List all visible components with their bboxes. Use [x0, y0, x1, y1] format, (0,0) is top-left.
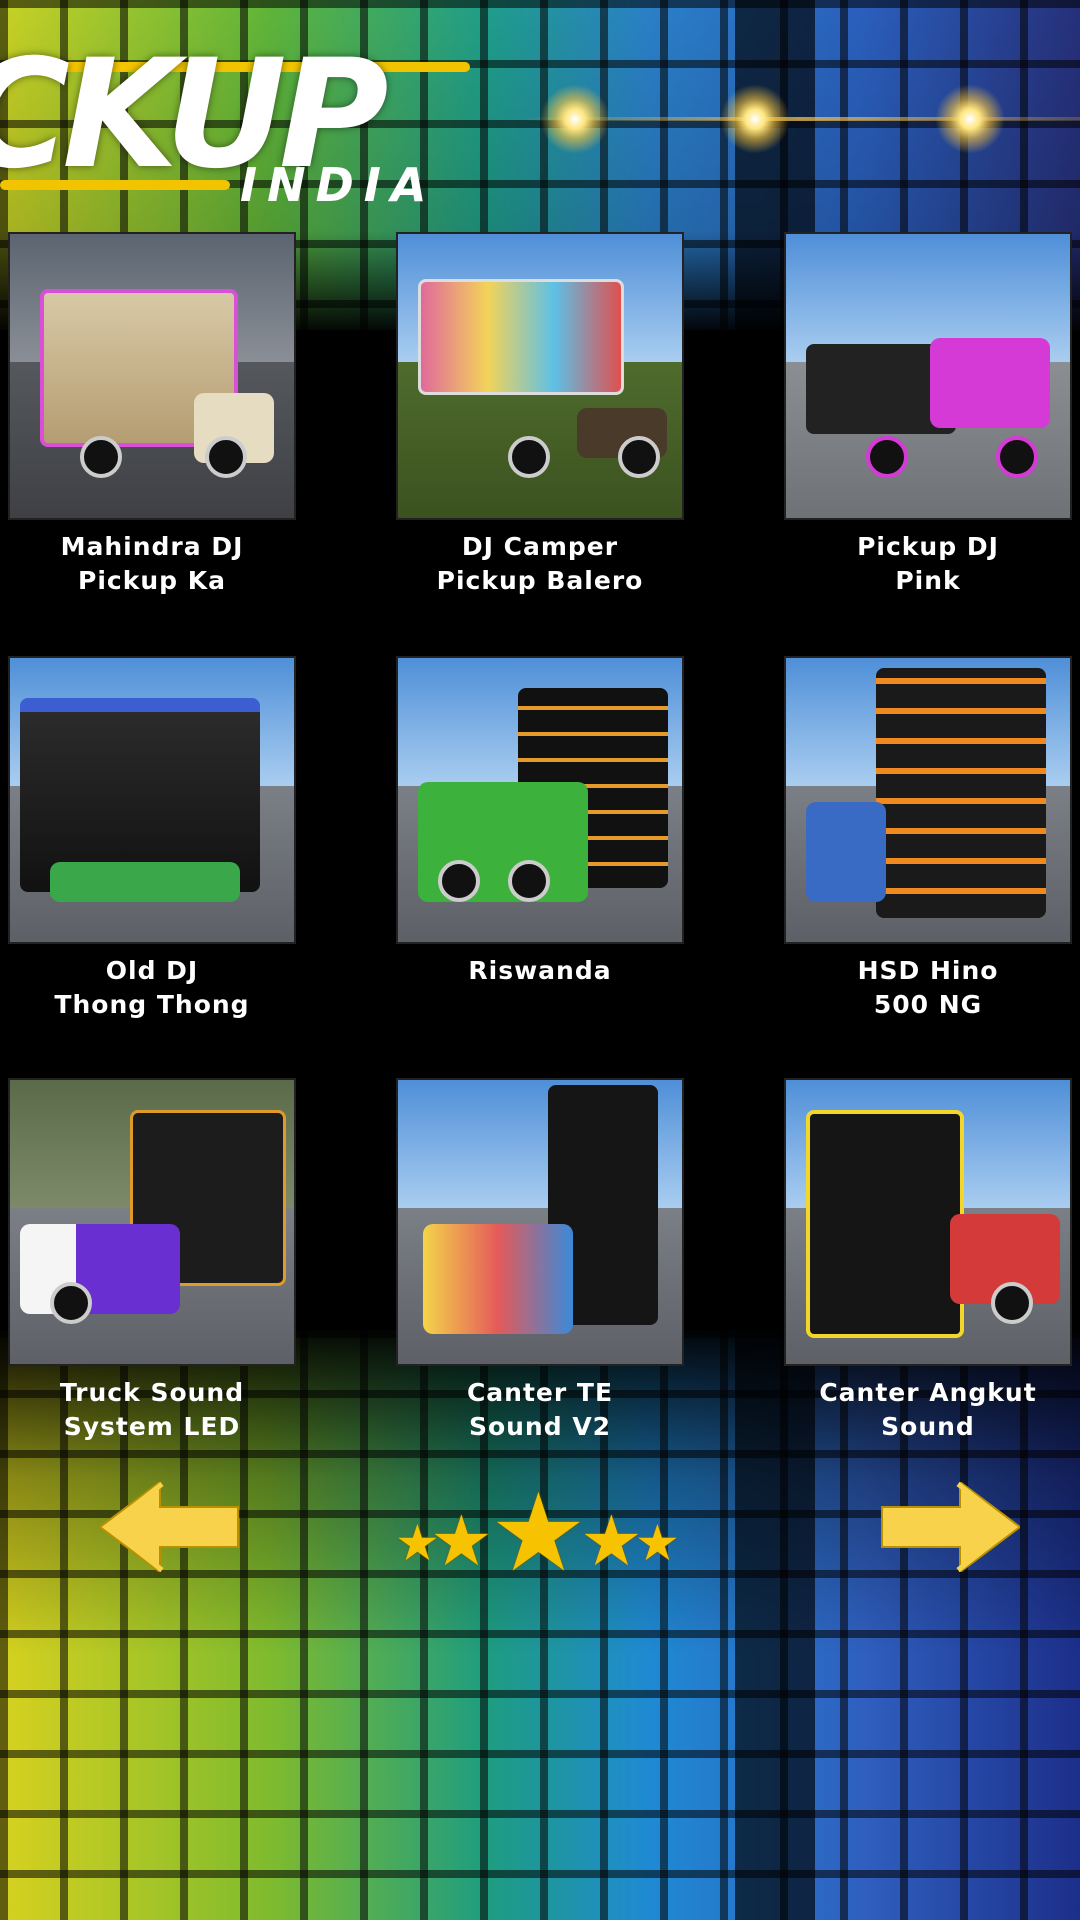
card-label: Canter Angkut Sound: [819, 1378, 1037, 1441]
previous-page-button[interactable]: [98, 1480, 250, 1574]
next-page-button[interactable]: [870, 1480, 1022, 1574]
star-icon: ★: [580, 1500, 643, 1582]
truck-card-canter-te[interactable]: Canter TE Sound V2: [396, 1078, 684, 1444]
truck-thumbnail: [396, 1078, 684, 1366]
card-label: Old DJ Thong Thong: [54, 956, 250, 1019]
truck-card-riswanda[interactable]: Riswanda: [396, 656, 684, 988]
star-icon: ★: [430, 1500, 493, 1582]
truck-card-old-dj[interactable]: Old DJ Thong Thong: [8, 656, 296, 1022]
rate-app-stars[interactable]: ★ ★ ★ ★ ★: [395, 1480, 685, 1590]
truck-thumbnail: [396, 656, 684, 944]
card-label: DJ Camper Pickup Balero: [436, 532, 644, 595]
truck-card-dj-camper[interactable]: DJ Camper Pickup Balero: [396, 232, 684, 598]
app-logo: CKUP INDIA: [0, 40, 480, 212]
truck-card-hsd-hino[interactable]: HSD Hino 500 NG: [784, 656, 1072, 1022]
card-label: Pickup DJ Pink: [857, 532, 999, 595]
truck-card-mahindra-dj[interactable]: Mahindra DJ Pickup Ka: [8, 232, 296, 598]
left-arrow-icon: [98, 1480, 239, 1574]
card-label: HSD Hino 500 NG: [857, 956, 999, 1019]
card-label: Riswanda: [468, 956, 612, 985]
truck-card-canter-angkut[interactable]: Canter Angkut Sound: [784, 1078, 1072, 1444]
card-label: Truck Sound System LED: [59, 1378, 245, 1441]
truck-thumbnail: [784, 232, 1072, 520]
card-label: Mahindra DJ Pickup Ka: [60, 532, 244, 595]
logo-sub-text: INDIA: [240, 158, 437, 212]
truck-card-truck-sound-led[interactable]: Truck Sound System LED: [8, 1078, 296, 1444]
card-label: Canter TE Sound V2: [466, 1378, 614, 1441]
truck-thumbnail: [784, 1078, 1072, 1366]
star-icon: ★: [490, 1471, 587, 1596]
truck-thumbnail: [396, 232, 684, 520]
light-flare-3: [935, 84, 1005, 154]
truck-thumbnail: [8, 656, 296, 944]
truck-card-pickup-pink[interactable]: Pickup DJ Pink: [784, 232, 1072, 598]
truck-thumbnail: [784, 656, 1072, 944]
truck-thumbnail: [8, 232, 296, 520]
truck-thumbnail: [8, 1078, 296, 1366]
light-flare-1: [540, 84, 610, 154]
right-arrow-icon: [881, 1480, 1022, 1574]
star-icon: ★: [635, 1514, 680, 1572]
light-flare-2: [720, 84, 790, 154]
